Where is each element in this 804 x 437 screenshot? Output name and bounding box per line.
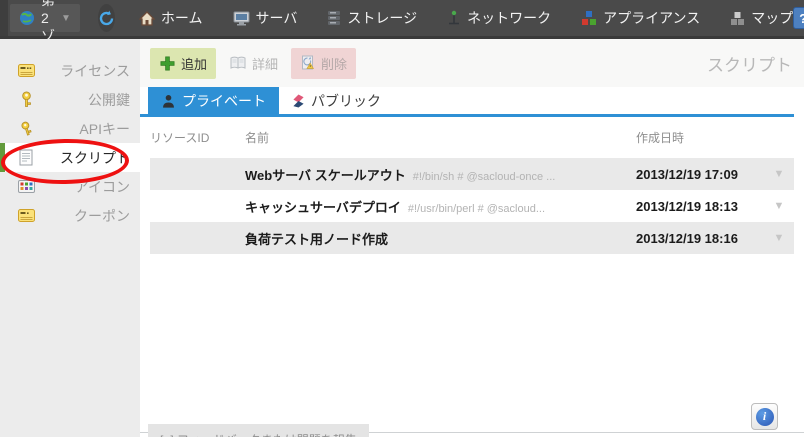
api-key-icon bbox=[17, 121, 35, 137]
row-dropdown-icon[interactable]: ▼ bbox=[764, 168, 794, 180]
row-created-cell: 2013/12/19 18:13 bbox=[636, 199, 764, 214]
header-name: 名前 bbox=[245, 129, 636, 146]
sidebar-item-public-key[interactable]: 公開鍵 bbox=[0, 85, 140, 114]
main-panel: 追加 詳細 削除 スクリプト プライベート bbox=[140, 39, 804, 437]
help-button[interactable]: ? bbox=[793, 7, 804, 29]
sidebar: ライセンス 公開鍵 APIキー スクリプト アイコン bbox=[0, 39, 140, 437]
resource-id-redacted bbox=[150, 231, 245, 246]
detail-button[interactable]: 詳細 bbox=[220, 48, 287, 79]
chevron-down-icon: ▼ bbox=[61, 13, 71, 24]
nav-label: サーバ bbox=[256, 8, 298, 28]
sidebar-item-label: クーポン bbox=[35, 206, 140, 226]
table-row[interactable]: キャッシュサーバデプロイ#!/usr/bin/perl # @sacloud..… bbox=[150, 190, 794, 222]
row-name-cell: 負荷テスト用ノード作成 bbox=[245, 229, 636, 248]
nav-label: ネットワーク bbox=[467, 8, 551, 28]
resource-id-redacted bbox=[150, 199, 245, 214]
topbar-right: ? bbox=[793, 5, 804, 31]
sidebar-item-api-key[interactable]: APIキー bbox=[0, 114, 140, 143]
detail-button-label: 詳細 bbox=[252, 54, 278, 73]
nav-item-home[interactable]: ホーム bbox=[139, 8, 203, 28]
add-button-label: 追加 bbox=[181, 54, 207, 73]
delete-warning-icon bbox=[300, 55, 316, 71]
nav-item-appliance[interactable]: アプライアンス bbox=[581, 8, 700, 28]
icon-grid-icon bbox=[17, 180, 35, 193]
delete-button[interactable]: 削除 bbox=[291, 48, 356, 79]
page-title: スクリプト bbox=[707, 51, 792, 76]
help-icon: ? bbox=[799, 11, 804, 26]
script-icon bbox=[17, 149, 35, 166]
script-table: リソースID 名前 作成日時 Webサーバ スケールアウト#!/bin/sh #… bbox=[150, 117, 794, 254]
tab-public[interactable]: パブリック bbox=[279, 87, 394, 114]
sidebar-item-license[interactable]: ライセンス bbox=[0, 56, 140, 85]
header-created: 作成日時 bbox=[636, 129, 764, 146]
nav-label: ストレージ bbox=[347, 8, 417, 28]
sidebar-item-label: スクリプト bbox=[35, 148, 140, 168]
app-window: 石狩第2ゾーン ▼ ホーム サーバ bbox=[0, 0, 804, 437]
refresh-button[interactable] bbox=[98, 4, 115, 32]
row-name-cell: Webサーバ スケールアウト#!/bin/sh # @sacloud-once … bbox=[245, 165, 636, 184]
info-button[interactable]: i bbox=[751, 403, 778, 430]
appliance-icon bbox=[581, 10, 597, 26]
nav-label: アプライアンス bbox=[603, 8, 700, 28]
private-person-icon bbox=[161, 94, 176, 108]
nav-item-server[interactable]: サーバ bbox=[233, 8, 298, 28]
row-dropdown-icon[interactable]: ▼ bbox=[764, 232, 794, 244]
header-resource-id: リソースID bbox=[150, 129, 245, 146]
sidebar-item-label: アイコン bbox=[35, 177, 140, 197]
topbar: 石狩第2ゾーン ▼ ホーム サーバ bbox=[0, 0, 804, 39]
tabbar: プライベート パブリック bbox=[140, 87, 794, 117]
table-header: リソースID 名前 作成日時 bbox=[150, 117, 794, 158]
tab-label: パブリック bbox=[311, 91, 381, 111]
nav-item-storage[interactable]: ストレージ bbox=[327, 8, 417, 28]
server-icon bbox=[233, 11, 250, 26]
nav-item-network[interactable]: ネットワーク bbox=[447, 8, 551, 28]
row-dropdown-icon[interactable]: ▼ bbox=[764, 200, 794, 212]
sidebar-item-label: 公開鍵 bbox=[35, 90, 140, 110]
sidebar-item-icon[interactable]: アイコン bbox=[0, 172, 140, 201]
plus-icon bbox=[159, 55, 176, 72]
row-created-cell: 2013/12/19 17:09 bbox=[636, 167, 764, 182]
table-row[interactable]: 負荷テスト用ノード作成 2013/12/19 18:16 ▼ bbox=[150, 222, 794, 254]
row-created-cell: 2013/12/19 18:16 bbox=[636, 231, 764, 246]
map-icon bbox=[730, 11, 745, 26]
storage-icon bbox=[327, 10, 341, 26]
row-name-cell: キャッシュサーバデプロイ#!/usr/bin/perl # @sacloud..… bbox=[245, 197, 636, 216]
resource-id-redacted bbox=[150, 167, 245, 182]
tab-label: プライベート bbox=[182, 91, 266, 111]
nav-label: ホーム bbox=[161, 8, 203, 28]
top-nav: ホーム サーバ ストレージ ネットワーク bbox=[139, 8, 793, 28]
table-row[interactable]: Webサーバ スケールアウト#!/bin/sh # @sacloud-once … bbox=[150, 158, 794, 190]
refresh-icon bbox=[98, 10, 115, 27]
coupon-icon bbox=[17, 209, 35, 222]
network-icon bbox=[447, 10, 461, 26]
toolbar: 追加 詳細 削除 スクリプト bbox=[140, 39, 804, 87]
book-icon bbox=[229, 56, 247, 70]
public-key-icon bbox=[17, 91, 35, 108]
add-button[interactable]: 追加 bbox=[150, 48, 216, 79]
globe-icon bbox=[19, 10, 35, 26]
nav-label: マップ bbox=[751, 8, 793, 28]
delete-button-label: 削除 bbox=[321, 54, 347, 73]
zone-selector[interactable]: 石狩第2ゾーン ▼ bbox=[10, 4, 80, 32]
nav-item-map[interactable]: マップ bbox=[730, 8, 793, 28]
sidebar-item-coupon[interactable]: クーポン bbox=[0, 201, 140, 230]
public-zigzag-icon bbox=[292, 93, 305, 109]
home-icon bbox=[139, 11, 155, 26]
info-icon: i bbox=[756, 408, 774, 426]
sidebar-item-label: APIキー bbox=[35, 119, 140, 139]
topbar-edge bbox=[0, 0, 8, 36]
feedback-link[interactable]: [+] フィードバックまたは問題を報告 bbox=[148, 424, 369, 437]
sidebar-item-script[interactable]: スクリプト bbox=[0, 143, 140, 172]
license-icon bbox=[17, 64, 35, 77]
sidebar-item-label: ライセンス bbox=[35, 61, 140, 81]
tab-private[interactable]: プライベート bbox=[148, 87, 279, 114]
